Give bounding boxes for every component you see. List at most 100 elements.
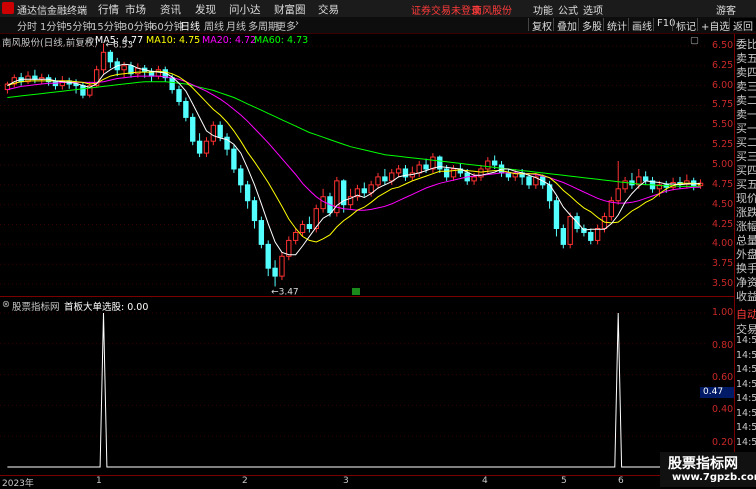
candle-body — [176, 89, 182, 102]
period-5min[interactable]: 5分钟 — [66, 18, 92, 33]
price-axis-label: 4.50 — [712, 198, 734, 210]
candle-body — [203, 140, 210, 154]
x-label-month: 4 — [482, 476, 488, 486]
x-label-month: 1 — [96, 476, 102, 486]
candle-body — [594, 228, 601, 241]
event-marker-icon — [352, 288, 360, 295]
period-1min[interactable]: 1分钟 — [40, 18, 66, 33]
high-annotation: ←6.53 — [106, 41, 134, 51]
watermark-title: 股票指标网 — [668, 456, 738, 472]
candle-body — [423, 164, 429, 170]
candle-body — [258, 220, 265, 245]
signal-line — [7, 312, 701, 468]
menu-discover[interactable]: 发现 — [195, 2, 216, 17]
ma10-line — [7, 70, 701, 243]
price-axis-label: 3.75 — [712, 258, 734, 270]
ind-axis-label: 0.80 — [712, 340, 734, 351]
menu-ask[interactable]: 问小达 — [229, 2, 261, 17]
candle-body — [642, 176, 649, 182]
period-more[interactable]: 更多 — [276, 18, 296, 33]
tick-time: 14:50 — [736, 378, 756, 390]
menu-options[interactable]: 选项 — [583, 2, 603, 17]
ind-axis-label: 0.20 — [712, 437, 734, 448]
price-axis-label: 5.75 — [712, 99, 734, 111]
candle-body — [183, 101, 189, 118]
btn-statistics[interactable]: 统计 — [603, 18, 630, 33]
candle-body — [361, 188, 367, 194]
candle-body — [560, 228, 566, 245]
candle-body — [588, 231, 594, 241]
tick-time: 14:50 — [736, 422, 756, 433]
menu-market[interactable]: 市场 — [125, 2, 146, 17]
btn-draw[interactable]: 画线 — [628, 18, 655, 33]
period-60min[interactable]: 60分钟 — [151, 18, 184, 33]
period-daily[interactable]: 日线 — [180, 18, 200, 33]
ma20-line — [7, 75, 701, 211]
btn-add-favorite[interactable]: +自选 — [697, 18, 732, 33]
candle-body — [615, 188, 621, 202]
period-15min[interactable]: 15分钟 — [91, 18, 124, 33]
btn-restore-rights[interactable]: 复权 — [528, 18, 555, 33]
candle-body — [395, 168, 402, 174]
tick-time: 14:50 — [736, 349, 756, 361]
period-multi[interactable]: 多周期 — [248, 18, 278, 33]
price-axis-label: 5.00 — [712, 159, 734, 170]
candle-body — [471, 176, 477, 182]
x-label-month: 5 — [561, 476, 567, 486]
candle-body — [155, 69, 162, 77]
guest-user[interactable]: 游客 — [716, 2, 736, 17]
candle-body — [382, 176, 388, 182]
tick-time: 14:50 — [736, 436, 756, 448]
btn-multi-stock[interactable]: 多股 — [578, 18, 605, 33]
candle-body — [292, 231, 299, 241]
stock-name-title: 南风股份 — [472, 6, 512, 17]
candle-body — [279, 255, 285, 277]
price-axis-label: 4.00 — [712, 238, 734, 250]
candle-body — [32, 75, 38, 80]
candle-body — [443, 168, 450, 178]
menu-quotes[interactable]: 行情 — [98, 2, 119, 17]
app-logo-icon — [2, 2, 14, 14]
tick-time: 14:50 — [736, 364, 756, 375]
price-axis-label: 5.50 — [712, 119, 734, 131]
candle-body — [375, 176, 381, 186]
menu-function[interactable]: 功能 — [533, 2, 553, 17]
menu-formula[interactable]: 公式 — [558, 2, 578, 17]
candle-body — [169, 77, 175, 91]
price-axis-label: 6.00 — [712, 79, 734, 91]
btn-mark[interactable]: 标记 — [672, 18, 699, 33]
cursor-value-tag: 0.47 — [700, 387, 734, 398]
more-chevron-icon[interactable]: › — [295, 18, 299, 29]
period-timeshare[interactable]: 分时 — [17, 18, 37, 33]
watermark-url: www.7gpzb.com — [672, 472, 756, 483]
tick-time: 14:50 — [736, 407, 756, 419]
ind-axis-label: 1.00 — [712, 307, 734, 318]
login-warning[interactable]: 证券交易未登录 — [411, 2, 481, 17]
candle-body — [251, 200, 258, 222]
price-axis-label: 4.25 — [712, 218, 734, 230]
x-label-month: 6 — [618, 476, 624, 486]
candle-body — [121, 65, 127, 71]
indicator-chart[interactable] — [0, 297, 706, 473]
period-weekly[interactable]: 周线 — [204, 18, 224, 33]
candlestick-chart[interactable]: ←6.53 ←3.47 — [0, 34, 706, 296]
menu-news[interactable]: 资讯 — [160, 2, 181, 17]
period-monthly[interactable]: 月线 — [226, 18, 246, 33]
candle-body — [505, 172, 512, 178]
candle-body — [107, 51, 114, 63]
candle-body — [80, 85, 86, 96]
x-label-month: 2 — [242, 476, 248, 486]
x-label-month: 3 — [343, 476, 349, 486]
btn-back[interactable]: 返回 — [729, 18, 756, 33]
candle-body — [73, 83, 79, 87]
candle-body — [526, 176, 532, 186]
btn-overlay[interactable]: 叠加 — [553, 18, 580, 33]
menu-trade[interactable]: 交易 — [318, 2, 339, 17]
price-axis-label: 5.25 — [712, 139, 734, 151]
candle-body — [100, 51, 107, 71]
menu-fortune[interactable]: 财富圈 — [274, 2, 306, 17]
title-bar: 通达信金融终端 行情 市场 资讯 发现 问小达 财富圈 交易 证券交易未登录 南… — [0, 0, 756, 18]
candle-body — [485, 160, 491, 170]
candle-body — [416, 164, 422, 174]
period-30min[interactable]: 30分钟 — [121, 18, 154, 33]
